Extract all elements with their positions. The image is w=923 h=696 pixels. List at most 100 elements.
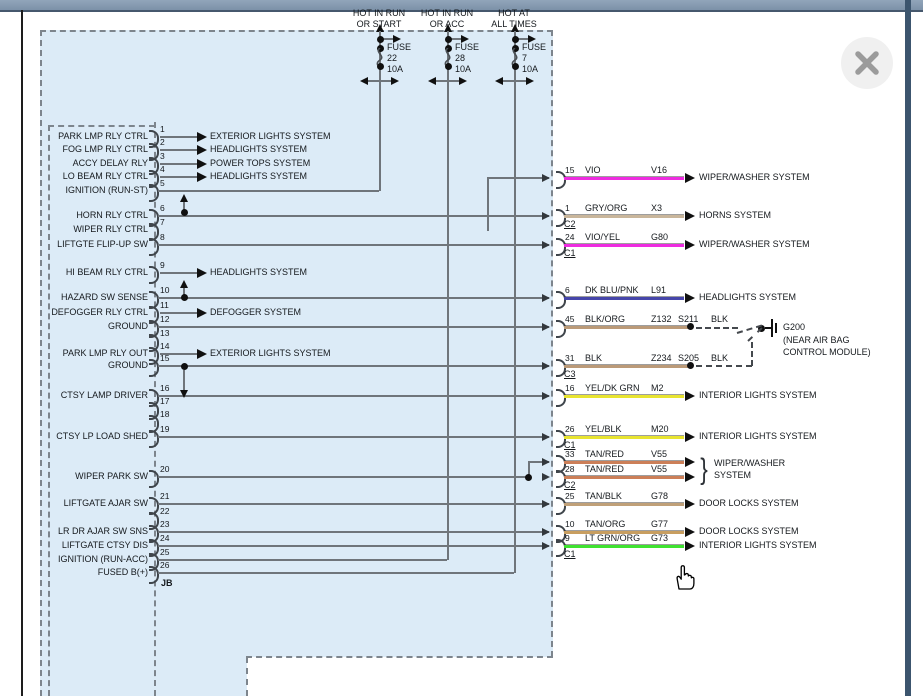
colored-wire xyxy=(564,476,684,479)
module-region-lower xyxy=(40,657,247,696)
feed-double-arrow-left-icon xyxy=(495,77,503,85)
left-pin-number: 26 xyxy=(160,560,169,571)
jb-border-top xyxy=(48,125,155,127)
left-pin-number: 14 xyxy=(160,341,169,352)
ground-location-line1: (NEAR AIR BAG xyxy=(783,335,850,346)
internal-wire xyxy=(158,531,549,533)
left-system-label: POWER TOPS SYSTEM xyxy=(210,158,310,169)
flow-junction-dot xyxy=(181,294,188,301)
left-pin-number: 12 xyxy=(160,314,169,325)
wire-arrow-icon xyxy=(542,473,550,481)
system-arrow-icon xyxy=(685,527,695,537)
system-arrow-icon xyxy=(685,293,695,303)
feed-junction-dot xyxy=(512,36,519,43)
internal-wire xyxy=(158,545,549,547)
right-pin-number: 16 xyxy=(565,383,574,394)
left-pin-number: 4 xyxy=(160,164,165,175)
wire-circuit-code: G73 xyxy=(651,533,668,544)
left-pin-number: 23 xyxy=(160,519,169,530)
fuse-terminal-dot xyxy=(445,63,452,70)
system-arrow-icon xyxy=(685,541,695,551)
ground-wire-color-label: BLK xyxy=(711,314,728,325)
wire-color-name: TAN/RED xyxy=(585,449,624,460)
fuse-terminal-dot xyxy=(512,63,519,70)
left-pin-label: LIFTGATE AJAR SW xyxy=(30,498,148,509)
fuse-number: 22 xyxy=(387,53,397,64)
right-pin-number: 28 xyxy=(565,464,574,475)
internal-wire xyxy=(487,177,549,179)
system-arrow-icon xyxy=(685,391,695,401)
ground-symbol-bar1 xyxy=(771,319,773,337)
internal-wire xyxy=(158,190,379,192)
wire-color-name: YEL/BLK xyxy=(585,424,622,435)
junction-block-label: JB xyxy=(161,578,173,589)
left-pin-label: LR DR AJAR SW SNS xyxy=(30,526,148,537)
ground-wire-color-label: BLK xyxy=(711,353,728,364)
wire-circuit-code: M20 xyxy=(651,424,669,435)
wire-arrow-icon xyxy=(542,458,550,466)
colored-wire xyxy=(564,503,684,506)
left-pin-label: HI BEAM RLY CTRL xyxy=(30,267,148,278)
left-system-label: HEADLIGHTS SYSTEM xyxy=(210,267,307,278)
left-pin-number: 3 xyxy=(160,151,165,162)
feed-double-arrow-left-icon xyxy=(428,77,436,85)
panel-right-border[interactable] xyxy=(905,0,911,696)
right-system-label: INTERIOR LIGHTS SYSTEM xyxy=(699,431,817,442)
colored-wire xyxy=(564,365,689,368)
right-pin-number: 6 xyxy=(565,285,570,296)
wire-circuit-code: Z234 xyxy=(651,353,672,364)
left-system-label: EXTERIOR LIGHTS SYSTEM xyxy=(210,131,331,142)
left-pin-number: 24 xyxy=(160,533,169,544)
left-pin-number: 5 xyxy=(160,178,165,189)
wire-circuit-code: G77 xyxy=(651,519,668,530)
wiring-diagram-viewer: JB HOT IN RUNOR STARTFUSE2210AHOT IN RUN… xyxy=(0,0,923,696)
left-pin-label: HORN RLY CTRL xyxy=(30,210,148,221)
ground-wire-riser xyxy=(751,342,753,366)
left-pin-number: 25 xyxy=(160,547,169,558)
feed-double-arrow-line xyxy=(501,80,527,82)
wire-circuit-code: G78 xyxy=(651,491,668,502)
wire-circuit-code: V55 xyxy=(651,464,667,475)
internal-wire xyxy=(158,559,447,561)
feed-wire xyxy=(447,31,449,560)
left-pin-label: PARK LMP RLY CTRL xyxy=(30,131,148,142)
close-button[interactable] xyxy=(841,37,893,89)
system-arrow-icon xyxy=(197,172,207,182)
wire-arrow-icon xyxy=(542,212,550,220)
left-pin-label: LIFTGATE CTSY DIS xyxy=(30,540,148,551)
left-pin-label: CTSY LP LOAD SHED xyxy=(30,431,148,442)
wire-color-name: VIO/YEL xyxy=(585,232,620,243)
system-arrow-icon xyxy=(197,159,207,169)
system-arrow-icon xyxy=(197,349,207,359)
wire-circuit-code: Z132 xyxy=(651,314,672,325)
internal-wire xyxy=(158,572,514,574)
left-stub-wire xyxy=(160,163,197,165)
colored-wire xyxy=(564,177,684,180)
close-icon xyxy=(841,37,893,89)
fuse-rating: 10A xyxy=(522,64,538,75)
module-border-top xyxy=(40,30,553,32)
internal-wire xyxy=(158,395,549,397)
left-stub-wire xyxy=(160,176,197,178)
right-system-label: INTERIOR LIGHTS SYSTEM xyxy=(699,540,817,551)
system-arrow-icon xyxy=(685,173,695,183)
left-pin-label: GROUND xyxy=(30,321,148,332)
brace-system-line1: WIPER/WASHER xyxy=(714,458,785,469)
left-pin-number: 8 xyxy=(160,232,165,243)
splice-id-label: S205 xyxy=(678,353,699,364)
brace-icon: } xyxy=(700,453,708,487)
left-stub-wire xyxy=(160,149,197,151)
wire-arrow-icon xyxy=(542,433,550,441)
colored-wire xyxy=(564,326,689,329)
right-system-label: HEADLIGHTS SYSTEM xyxy=(699,292,796,303)
wire-color-name: TAN/ORG xyxy=(585,519,625,530)
left-pin-label: IGNITION (RUN-ST) xyxy=(30,185,148,196)
left-pin-number: 13 xyxy=(160,328,169,339)
left-pin-label: FUSED B(+) xyxy=(30,567,148,578)
flow-indicator-line xyxy=(183,370,185,390)
left-pin-number: 20 xyxy=(160,464,169,475)
connector-id-label: C2 xyxy=(564,219,576,230)
left-pin-label: LIFTGTE FLIP-UP SW xyxy=(30,239,148,250)
colored-wire xyxy=(564,215,684,218)
wire-arrow-icon xyxy=(542,241,550,249)
